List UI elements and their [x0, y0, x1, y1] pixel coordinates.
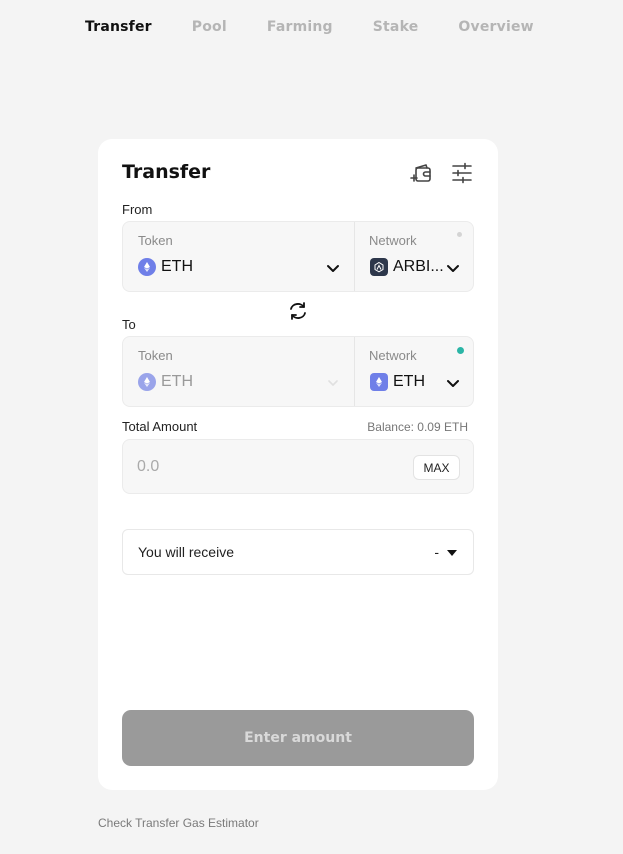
to-network-label: Network [369, 348, 417, 363]
enter-amount-button[interactable]: Enter amount [122, 710, 474, 766]
to-select-box: Token ETH Network ETH [122, 336, 474, 407]
gas-estimator-link[interactable]: Check Transfer Gas Estimator [98, 816, 259, 830]
caret-down-icon [447, 550, 457, 556]
receive-dropdown[interactable]: You will receive - [122, 529, 474, 575]
chevron-down-icon[interactable] [325, 260, 341, 276]
eth-icon [370, 373, 388, 391]
balance-text: Balance: 0.09 ETH [367, 420, 468, 434]
receive-label: You will receive [138, 544, 234, 560]
from-network-value: ARBI... [393, 258, 444, 275]
to-network-select[interactable]: ETH [370, 373, 425, 391]
tab-overview[interactable]: Overview [458, 19, 533, 35]
transfer-card: Transfer From Token ETH Network ARBI... … [98, 139, 498, 790]
from-token-value: ETH [161, 258, 193, 275]
to-token-select: ETH [138, 373, 193, 391]
wallet-add-icon[interactable] [410, 161, 434, 185]
swap-icon[interactable] [287, 300, 309, 322]
to-token-value: ETH [161, 373, 193, 390]
from-token-label: Token [138, 233, 173, 248]
tab-pool[interactable]: Pool [192, 19, 227, 35]
receive-value: - [434, 544, 439, 560]
network-status-dot [457, 232, 462, 237]
card-title: Transfer [122, 161, 211, 183]
eth-icon [138, 373, 156, 391]
chevron-down-icon [325, 375, 341, 391]
top-nav: Transfer Pool Farming Stake Overview [85, 19, 534, 35]
from-network-select[interactable]: ARBI... [370, 258, 444, 276]
total-amount-label: Total Amount [122, 419, 198, 434]
divider [354, 222, 355, 291]
tab-farming[interactable]: Farming [267, 19, 333, 35]
sliders-icon[interactable] [450, 161, 474, 185]
from-token-select[interactable]: ETH [138, 258, 193, 276]
eth-icon [138, 258, 156, 276]
network-status-dot [457, 347, 464, 354]
arbitrum-icon [370, 258, 388, 276]
to-token-label: Token [138, 348, 173, 363]
divider [354, 337, 355, 406]
amount-input[interactable] [137, 454, 387, 480]
to-label: To [122, 317, 136, 332]
amount-box: MAX [122, 439, 474, 494]
max-button[interactable]: MAX [413, 455, 460, 480]
chevron-down-icon[interactable] [445, 375, 461, 391]
tab-transfer[interactable]: Transfer [85, 19, 152, 35]
from-network-label: Network [369, 233, 417, 248]
from-label: From [122, 202, 153, 217]
from-select-box: Token ETH Network ARBI... [122, 221, 474, 292]
to-network-value: ETH [393, 373, 425, 390]
chevron-down-icon[interactable] [445, 260, 461, 276]
tab-stake[interactable]: Stake [373, 19, 419, 35]
